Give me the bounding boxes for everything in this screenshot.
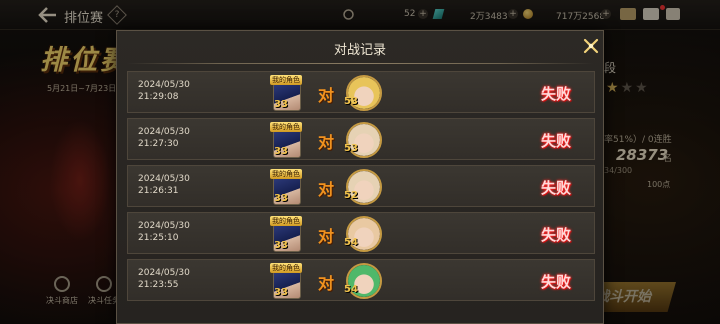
record-date: 2024/05/30: [138, 221, 190, 231]
title-divider: [127, 63, 593, 64]
record-time: 21:29:08: [138, 92, 179, 102]
record-time: 21:27:30: [138, 139, 179, 149]
modal-title: 对战记录: [333, 43, 386, 58]
record-datetime: 2024/05/30 21:26:31: [138, 173, 190, 197]
opponent-level: 52: [344, 190, 358, 201]
vs-label: 对: [318, 227, 335, 246]
close-icon[interactable]: [581, 36, 601, 56]
my-character-avatar: 我的角色 33: [270, 216, 308, 252]
record-row: 2024/05/30 21:27:30 我的角色 33 对 53 失败: [127, 118, 595, 160]
my-character-tag: 我的角色: [270, 75, 302, 85]
vs-label: 对: [318, 274, 335, 293]
result-label: 失败: [541, 273, 572, 291]
record-row: 2024/05/30 21:29:08 我的角色 33 对 53 失败: [127, 71, 595, 113]
my-level: 33: [274, 240, 288, 251]
my-level: 33: [274, 146, 288, 157]
record-time: 21:26:31: [138, 186, 179, 196]
my-character-avatar: 我的角色 33: [270, 169, 308, 205]
record-datetime: 2024/05/30 21:23:55: [138, 267, 190, 291]
record-date: 2024/05/30: [138, 80, 190, 90]
my-character-avatar: 我的角色 33: [270, 263, 308, 299]
record-datetime: 2024/05/30 21:29:08: [138, 79, 190, 103]
my-character-tag: 我的角色: [270, 263, 302, 273]
my-character-avatar: 我的角色 33: [270, 75, 308, 111]
vs-label: 对: [318, 180, 335, 199]
record-date: 2024/05/30: [138, 127, 190, 137]
my-level: 33: [274, 287, 288, 298]
my-character-tag: 我的角色: [270, 169, 302, 179]
record-date: 2024/05/30: [138, 268, 190, 278]
battle-record-modal: 对战记录 2024/05/30 21:29:08 我的角色 33 对 53 失败 2024/0…: [116, 30, 604, 324]
opponent-level: 54: [344, 284, 358, 295]
record-datetime: 2024/05/30 21:25:10: [138, 220, 190, 244]
my-character-tag: 我的角色: [270, 122, 302, 132]
opponent-level: 53: [344, 96, 358, 107]
record-row: 2024/05/30 21:25:10 我的角色 33 对 54 失败: [127, 212, 595, 254]
record-datetime: 2024/05/30 21:27:30: [138, 126, 190, 150]
my-level: 33: [274, 99, 288, 110]
record-row: 2024/05/30 21:26:31 我的角色 33 对 52 失败: [127, 165, 595, 207]
opponent-level: 54: [344, 237, 358, 248]
result-label: 失败: [541, 226, 572, 244]
vs-label: 对: [318, 133, 335, 152]
result-label: 失败: [541, 132, 572, 150]
my-character-tag: 我的角色: [270, 216, 302, 226]
my-character-avatar: 我的角色 33: [270, 122, 308, 158]
opponent-level: 53: [344, 143, 358, 154]
result-label: 失败: [541, 179, 572, 197]
my-level: 33: [274, 193, 288, 204]
result-label: 失败: [541, 85, 572, 103]
record-time: 21:25:10: [138, 233, 179, 243]
vs-label: 对: [318, 86, 335, 105]
record-date: 2024/05/30: [138, 174, 190, 184]
record-row: 2024/05/30 21:23:55 我的角色 33 对 54 失败: [127, 259, 595, 301]
record-time: 21:23:55: [138, 280, 179, 290]
